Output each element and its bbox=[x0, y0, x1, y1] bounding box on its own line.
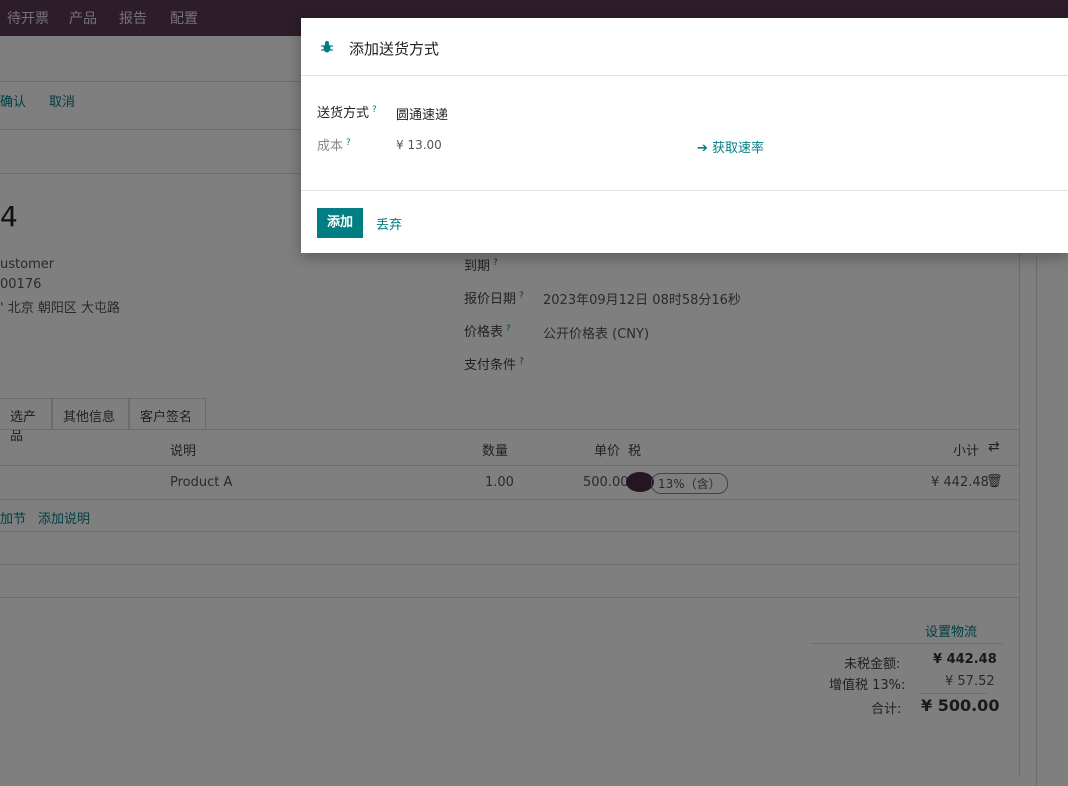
bug-icon bbox=[321, 41, 333, 53]
carrier-label: 送货方式? bbox=[317, 104, 377, 121]
add-shipping-dialog: 添加送货方式 送货方式? 圆通速递 成本? ¥ 13.00 ➔ 获取速率 添加 … bbox=[301, 18, 1068, 253]
discard-button[interactable]: 丢弃 bbox=[376, 214, 402, 233]
carrier-select[interactable]: 圆通速递 bbox=[396, 104, 448, 123]
cost-value: ¥ 13.00 bbox=[396, 138, 442, 152]
add-button[interactable]: 添加 bbox=[317, 208, 363, 238]
get-rate-button[interactable]: ➔ 获取速率 bbox=[697, 137, 764, 156]
dialog-footer: 添加 丢弃 bbox=[301, 190, 1068, 253]
arrow-right-icon: ➔ bbox=[697, 141, 708, 156]
cost-label: 成本? bbox=[317, 137, 351, 154]
dialog-title: 添加送货方式 bbox=[349, 40, 440, 58]
dialog-header: 添加送货方式 bbox=[301, 18, 1068, 76]
